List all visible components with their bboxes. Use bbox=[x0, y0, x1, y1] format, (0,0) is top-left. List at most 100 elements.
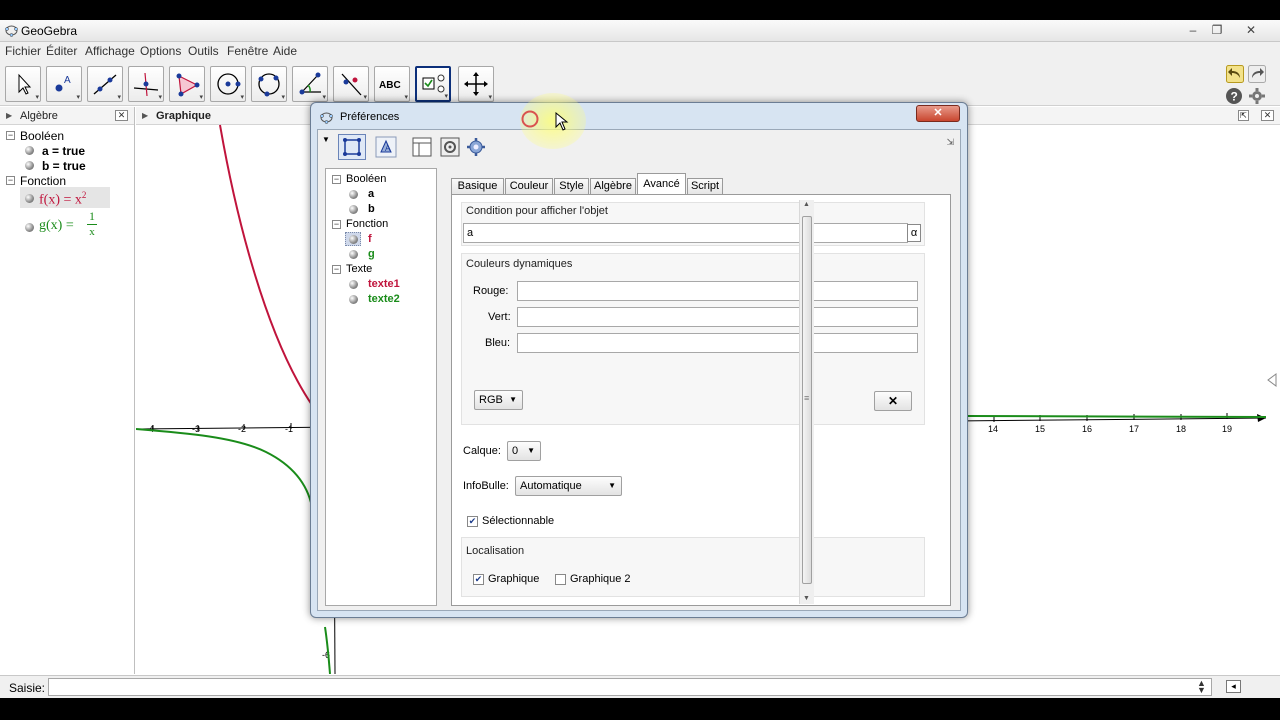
group-function: Fonction bbox=[20, 174, 67, 188]
algebra-item-a[interactable]: a = true bbox=[42, 144, 85, 158]
menu-affichage[interactable]: Affichage bbox=[85, 44, 135, 58]
tree-collapse-icon[interactable]: − bbox=[332, 175, 341, 184]
tree-item-texte1[interactable]: texte1 bbox=[368, 278, 400, 290]
prefs-objects-button[interactable] bbox=[338, 134, 366, 160]
redo-icon[interactable] bbox=[1248, 65, 1266, 83]
maximize-icon[interactable]: ❐ bbox=[1208, 22, 1226, 38]
move-graphics-tool-button[interactable]: ▾ bbox=[458, 66, 494, 102]
defaults-icon[interactable] bbox=[439, 136, 461, 158]
dock-icon[interactable]: ⇲ bbox=[946, 137, 954, 148]
function-g[interactable]: g(x) = bbox=[39, 218, 74, 234]
tree-item-b[interactable]: b bbox=[368, 203, 375, 215]
tree-group-text[interactable]: Texte bbox=[346, 263, 372, 275]
tree-collapse-icon[interactable]: − bbox=[6, 131, 15, 140]
tick-label: 14 bbox=[988, 424, 998, 434]
polygon-tool-button[interactable]: ▾ bbox=[169, 66, 205, 102]
conic-tool-button[interactable]: ▾ bbox=[251, 66, 287, 102]
tree-item-a[interactable]: a bbox=[368, 188, 374, 200]
alpha-button[interactable]: α bbox=[907, 224, 921, 242]
input-field[interactable] bbox=[48, 678, 1212, 696]
tree-collapse-icon[interactable]: − bbox=[6, 176, 15, 185]
tree-group-boolean[interactable]: Booléen bbox=[346, 173, 386, 185]
menu-editer[interactable]: Éditer bbox=[46, 44, 77, 58]
scroll-down-icon[interactable]: ▼ bbox=[803, 595, 810, 602]
scroll-up-icon[interactable]: ▲ bbox=[803, 201, 810, 208]
tab-basique[interactable]: Basique bbox=[451, 178, 504, 195]
scroll-thumb[interactable]: ≡ bbox=[802, 216, 812, 584]
blue-input[interactable] bbox=[517, 333, 918, 353]
tool-dropdown-icon: ▾ bbox=[199, 94, 203, 101]
perpendicular-tool-button[interactable]: ▾ bbox=[128, 66, 164, 102]
tree-item-g[interactable]: g bbox=[368, 248, 375, 260]
color-model-select[interactable]: RGB ▼ bbox=[474, 390, 523, 410]
title-bar: GeoGebra – ❐ ✕ bbox=[0, 20, 1280, 42]
gear-icon[interactable] bbox=[1248, 87, 1266, 105]
menu-options[interactable]: Options bbox=[140, 44, 181, 58]
input-spinner-icon[interactable]: ▲ ▼ bbox=[1197, 679, 1206, 695]
red-input[interactable] bbox=[517, 281, 918, 301]
tree-collapse-icon[interactable]: − bbox=[332, 265, 341, 274]
reflect-tool-button[interactable]: ▾ bbox=[333, 66, 369, 102]
visibility-toggle-icon[interactable] bbox=[25, 161, 34, 170]
move-tool-button[interactable]: ▾ bbox=[5, 66, 41, 102]
close-icon[interactable]: ✕ bbox=[1242, 22, 1260, 38]
advanced-settings-icon[interactable] bbox=[465, 136, 487, 158]
algebra-item-b[interactable]: b = true bbox=[42, 159, 86, 173]
circle-tool-button[interactable]: ▾ bbox=[210, 66, 246, 102]
minimize-icon[interactable]: – bbox=[1184, 22, 1202, 38]
checkbox-tool-button[interactable]: ▾ bbox=[415, 66, 451, 102]
tool-dropdown-icon: ▾ bbox=[158, 94, 162, 101]
tab-style[interactable]: Style bbox=[554, 178, 589, 195]
curve-g-negative[interactable] bbox=[136, 428, 313, 508]
chevron-down-icon: ▼ bbox=[608, 481, 616, 490]
clear-colors-button[interactable]: ✕ bbox=[874, 391, 912, 411]
tree-group-function[interactable]: Fonction bbox=[346, 218, 388, 230]
layer-select[interactable]: 0 ▼ bbox=[507, 441, 541, 461]
dialog-titlebar[interactable]: Préférences ✕ bbox=[311, 103, 967, 129]
function-f[interactable]: f(x) = x2 bbox=[39, 190, 86, 209]
content-scrollbar[interactable]: ▲ ≡ ▼ bbox=[799, 200, 814, 604]
selectable-checkbox[interactable]: ✔ bbox=[467, 516, 478, 527]
click-ring-icon bbox=[521, 110, 539, 128]
curve-f[interactable] bbox=[219, 124, 313, 406]
green-input[interactable] bbox=[517, 307, 918, 327]
algebra-header: ▶ Algèbre ✕ bbox=[0, 107, 134, 125]
curve-g-positive[interactable] bbox=[967, 415, 1267, 418]
tab-script[interactable]: Script bbox=[687, 178, 723, 195]
geogebra-logo-icon bbox=[320, 112, 333, 124]
preferences-dialog: Préférences ✕ ▼ A ⇲ − Booléen a b − Fonc… bbox=[310, 102, 968, 618]
location-title: Localisation bbox=[466, 545, 525, 557]
angle-tool-button[interactable]: ▾ bbox=[292, 66, 328, 102]
visibility-toggle-icon[interactable] bbox=[25, 146, 34, 155]
selectable-label: Sélectionnable bbox=[482, 515, 555, 527]
line-tool-button[interactable]: ▾ bbox=[87, 66, 123, 102]
tree-item-texte2[interactable]: texte2 bbox=[368, 293, 400, 305]
tree-item-f[interactable]: f bbox=[368, 233, 372, 245]
menu-fenetre[interactable]: Fenêtre bbox=[227, 44, 268, 58]
condition-input[interactable]: a bbox=[463, 223, 908, 243]
tooltip-select[interactable]: Automatique ▼ bbox=[515, 476, 622, 496]
graphics2-checkbox[interactable] bbox=[555, 574, 566, 585]
menu-aide[interactable]: Aide bbox=[273, 44, 297, 58]
visibility-toggle-icon[interactable] bbox=[25, 223, 34, 232]
visibility-toggle-icon[interactable] bbox=[25, 194, 34, 203]
undo-icon[interactable] bbox=[1226, 65, 1244, 83]
close-view-icon[interactable]: ✕ bbox=[115, 110, 128, 121]
point-tool-button[interactable]: A ▾ bbox=[46, 66, 82, 102]
collapse-arrow-icon[interactable]: ▶ bbox=[6, 111, 12, 120]
tree-collapse-icon[interactable]: − bbox=[332, 220, 341, 229]
layout-icon[interactable] bbox=[411, 136, 433, 158]
graphics1-checkbox[interactable]: ✔ bbox=[473, 574, 484, 585]
input-help-icon[interactable]: ◂ bbox=[1226, 680, 1241, 693]
tab-algebre[interactable]: Algèbre bbox=[590, 178, 636, 195]
dialog-close-icon[interactable]: ✕ bbox=[916, 105, 960, 122]
help-icon[interactable]: ? bbox=[1225, 87, 1243, 105]
menu-fichier[interactable]: Fichier bbox=[5, 44, 41, 58]
function-g-equals: = bbox=[65, 218, 74, 233]
text-tool-button[interactable]: ABC ▾ bbox=[374, 66, 410, 102]
menu-arrow-icon[interactable]: ▼ bbox=[322, 135, 330, 144]
graphics-settings-icon[interactable]: A bbox=[375, 136, 397, 158]
tab-couleur[interactable]: Couleur bbox=[505, 178, 553, 195]
menu-outils[interactable]: Outils bbox=[188, 44, 219, 58]
tab-avance[interactable]: Avancé bbox=[637, 173, 686, 195]
